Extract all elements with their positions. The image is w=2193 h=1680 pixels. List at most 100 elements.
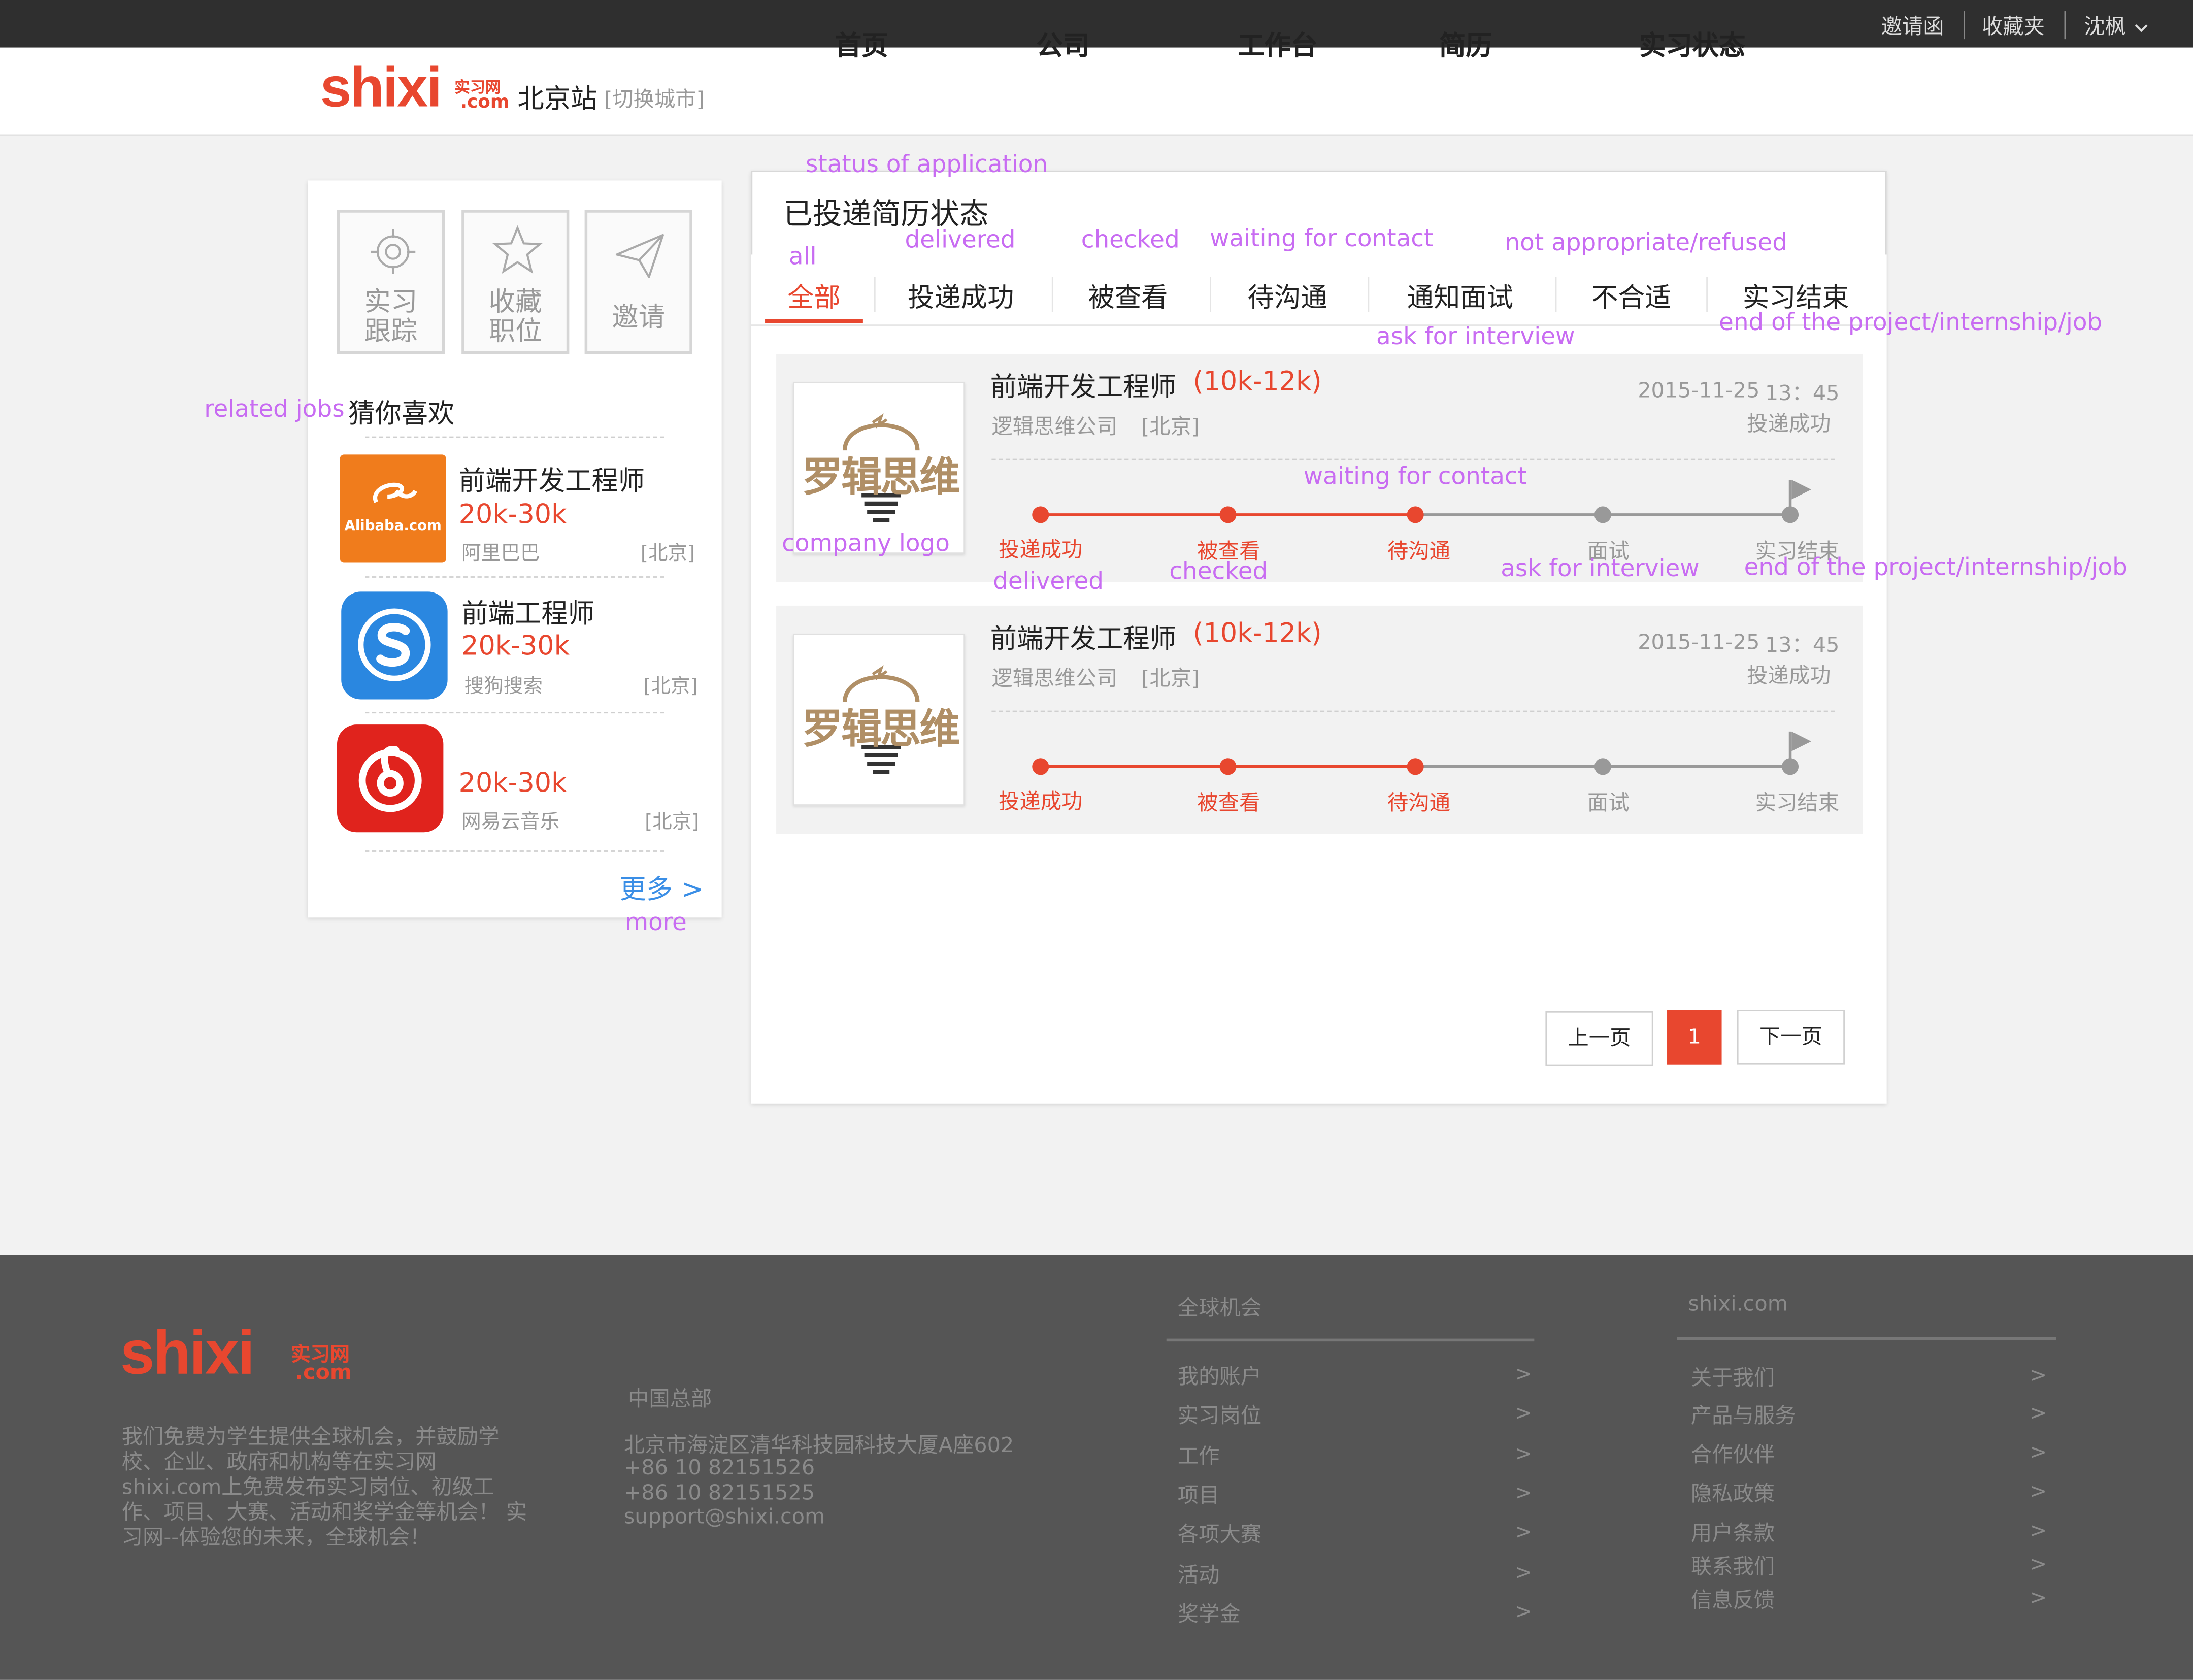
chevron-right-icon: > bbox=[1514, 1599, 1533, 1624]
target-icon bbox=[371, 229, 416, 274]
nav-internship-status[interactable]: 实习状态 bbox=[1639, 25, 1745, 63]
annotation: related jobs bbox=[204, 396, 345, 424]
divider bbox=[1166, 1338, 1535, 1342]
application-company: 逻辑思维公司 bbox=[991, 666, 1118, 691]
switch-city-link[interactable]: [切换城市] bbox=[604, 84, 705, 113]
footer-link[interactable]: 关于我们 bbox=[1691, 1362, 1775, 1392]
divider bbox=[1051, 277, 1053, 312]
divider bbox=[1210, 277, 1211, 312]
site-logo[interactable]: shixi 实习网 .com bbox=[320, 56, 509, 119]
footer-link[interactable]: 工作 bbox=[1178, 1441, 1220, 1470]
application-date: 2015-11-25 bbox=[1638, 629, 1760, 655]
tab-checked[interactable]: 被查看 bbox=[1088, 277, 1168, 315]
job-salary: 20k-30k bbox=[458, 499, 567, 531]
alibaba-logo: Alibaba.com bbox=[340, 454, 446, 563]
chevron-right-icon: > bbox=[2029, 1551, 2047, 1576]
footer-link[interactable]: 活动 bbox=[1178, 1560, 1220, 1589]
tab-interview[interactable]: 通知面试 bbox=[1407, 277, 1513, 315]
internship-tracking-button[interactable]: 实习 跟踪 bbox=[337, 210, 445, 354]
footer-hq-title: 中国总部 bbox=[628, 1386, 712, 1411]
saved-jobs-button[interactable]: 收藏 职位 bbox=[461, 210, 570, 354]
invite-button[interactable]: 邀请 bbox=[584, 210, 692, 354]
divider bbox=[365, 436, 664, 438]
annotation: delivered bbox=[993, 568, 1104, 596]
footer-link[interactable]: 项目 bbox=[1178, 1480, 1220, 1509]
application-title[interactable]: 前端开发工程师 bbox=[990, 618, 1176, 656]
job-title[interactable]: 前端工程师 bbox=[461, 593, 594, 631]
chevron-right-icon: > bbox=[1514, 1559, 1533, 1585]
company-logo: 罗辑思维 bbox=[793, 634, 966, 806]
job-salary: 20k-30k bbox=[458, 768, 567, 799]
next-page-button[interactable]: 下一页 bbox=[1737, 1010, 1845, 1065]
annotation: delivered bbox=[905, 226, 1016, 255]
stage-label: 投递成功 bbox=[999, 788, 1083, 814]
chevron-right-icon: > bbox=[1514, 1519, 1533, 1544]
recommended-title: 猜你喜欢 bbox=[348, 399, 455, 430]
user-menu[interactable]: 沈枫 bbox=[2084, 11, 2149, 41]
footer-link[interactable]: 用户条款 bbox=[1691, 1518, 1775, 1547]
job-city: [北京] bbox=[640, 542, 695, 566]
application-title[interactable]: 前端开发工程师 bbox=[990, 367, 1176, 404]
nav-home[interactable]: 首页 bbox=[835, 25, 888, 63]
favorites-link[interactable]: 收藏夹 bbox=[1982, 11, 2045, 41]
page-1-button[interactable]: 1 bbox=[1667, 1010, 1722, 1065]
divider bbox=[1706, 277, 1708, 312]
prev-page-button[interactable]: 上一页 bbox=[1545, 1011, 1653, 1066]
annotation: checked bbox=[1169, 558, 1268, 586]
footer-link[interactable]: 合作伙伴 bbox=[1691, 1439, 1775, 1469]
annotation: ask for interview bbox=[1501, 555, 1700, 583]
job-company: 阿里巴巴 bbox=[461, 542, 540, 566]
job-company: 搜狗搜索 bbox=[464, 675, 543, 698]
application-company: 逻辑思维公司 bbox=[991, 414, 1118, 440]
tab-waiting[interactable]: 待沟通 bbox=[1248, 277, 1327, 315]
chevron-down-icon bbox=[2135, 23, 2147, 32]
tab-delivered[interactable]: 投递成功 bbox=[908, 277, 1014, 315]
annotation: company logo bbox=[782, 530, 950, 558]
sogou-logo bbox=[341, 591, 448, 700]
footer-link[interactable]: 信息反馈 bbox=[1691, 1585, 1775, 1615]
footer-logo[interactable]: shixi 实习网 .com bbox=[120, 1320, 358, 1391]
footer-link[interactable]: 产品与服务 bbox=[1691, 1400, 1796, 1430]
footer-link[interactable]: 各项大赛 bbox=[1178, 1519, 1261, 1549]
divider bbox=[365, 576, 664, 578]
active-tab-indicator bbox=[765, 319, 863, 323]
tab-all[interactable]: 全部 bbox=[787, 277, 841, 315]
application-status: 投递成功 bbox=[1747, 411, 1831, 437]
stage-label: 投递成功 bbox=[999, 537, 1083, 563]
alibaba-icon bbox=[373, 482, 417, 503]
stage-label: 待沟通 bbox=[1387, 790, 1451, 816]
application-city: [北京] bbox=[1141, 414, 1200, 440]
footer-link[interactable]: 隐私政策 bbox=[1691, 1478, 1775, 1508]
music-icon bbox=[358, 746, 422, 812]
footer-link[interactable]: 联系我们 bbox=[1691, 1551, 1775, 1580]
divider bbox=[1368, 277, 1370, 312]
tab-refused[interactable]: 不合适 bbox=[1591, 277, 1671, 315]
footer-email[interactable]: support@shixi.com bbox=[624, 1504, 825, 1529]
annotation: waiting for contact bbox=[1210, 225, 1434, 253]
nav-workbench[interactable]: 工作台 bbox=[1238, 25, 1317, 63]
annotation: end of the project/internship/job bbox=[1719, 309, 2103, 337]
job-title[interactable]: 前端开发工程师 bbox=[459, 460, 645, 498]
nav-company[interactable]: 公司 bbox=[1037, 25, 1090, 63]
application-salary: (10k-12k) bbox=[1193, 366, 1322, 398]
job-salary: 20k-30k bbox=[461, 631, 570, 662]
company-logo: 罗辑思维 bbox=[793, 382, 966, 554]
footer-about-text: 我们免费为学生提供全球机会，并鼓励学校、企业、政府和机构等在实习网shixi.c… bbox=[121, 1424, 527, 1550]
job-city: [北京] bbox=[643, 675, 698, 698]
footer-col2-title: shixi.com bbox=[1688, 1291, 1788, 1316]
nav-resume[interactable]: 简历 bbox=[1439, 25, 1492, 63]
divider bbox=[1964, 11, 1965, 40]
job-city: [北京] bbox=[645, 811, 700, 834]
divider bbox=[2064, 11, 2066, 40]
more-link[interactable]: 更多 > bbox=[620, 869, 704, 906]
application-salary: (10k-12k) bbox=[1193, 618, 1322, 649]
footer-link[interactable]: 奖学金 bbox=[1178, 1599, 1241, 1628]
footer-col1-title: 全球机会 bbox=[1177, 1295, 1262, 1321]
chevron-right-icon: > bbox=[2029, 1362, 2047, 1388]
footer-link[interactable]: 实习岗位 bbox=[1178, 1400, 1261, 1430]
invite-link[interactable]: 邀请函 bbox=[1881, 11, 1944, 41]
divider bbox=[991, 458, 1835, 460]
footer-phone: +86 10 82151525 bbox=[623, 1479, 815, 1505]
chevron-right-icon: > bbox=[2029, 1478, 2047, 1504]
footer-link[interactable]: 我的账户 bbox=[1178, 1361, 1261, 1391]
